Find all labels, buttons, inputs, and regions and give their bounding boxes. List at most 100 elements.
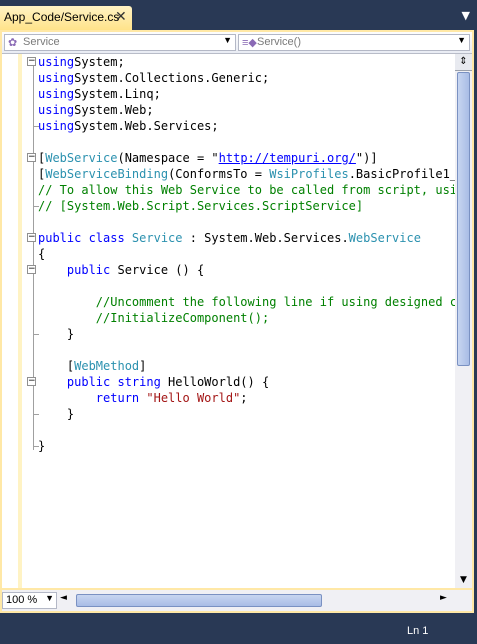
code-token: using [38, 119, 75, 133]
document-tab-service-cs[interactable]: App_Code/Service.cs ✕ [0, 6, 132, 30]
chevron-down-icon[interactable]: ▼ [45, 593, 54, 603]
code-line[interactable]: public Service () { [38, 262, 455, 278]
vertical-scrollbar[interactable]: ⇕ ▼ [455, 54, 472, 588]
code-line[interactable]: } [38, 438, 455, 454]
code-token: WebService [348, 231, 421, 245]
code-token: HelloWorld() { [160, 375, 270, 389]
scroll-right-icon[interactable]: ► [440, 593, 447, 603]
status-bar: Ln 1 [0, 613, 477, 644]
code-token: Service () { [110, 263, 205, 277]
code-line[interactable]: { [38, 246, 455, 262]
code-line[interactable]: usingSystem.Web.Services; [38, 118, 455, 134]
code-token: ] [139, 359, 147, 373]
code-token: WebService [45, 151, 118, 165]
split-window-icon[interactable]: ⇕ [455, 54, 472, 71]
code-token: Service [131, 231, 183, 245]
code-line[interactable] [38, 422, 455, 438]
code-token: System.Web.Services; [74, 119, 219, 133]
tab-title: App_Code/Service.cs [4, 10, 120, 24]
code-text[interactable]: usingSystem; usingSystem.Collections.Gene… [38, 54, 455, 454]
code-token: public class [38, 231, 132, 245]
code-token: System; [74, 55, 125, 69]
code-token: ; [240, 391, 248, 405]
method-icon: ≡◆ [242, 37, 257, 49]
collapse-icon[interactable]: − [27, 57, 36, 66]
scroll-down-icon[interactable]: ▼ [455, 572, 472, 588]
code-token: [ [38, 359, 75, 373]
code-line[interactable]: //InitializeComponent(); [38, 310, 455, 326]
code-token: public string [66, 375, 161, 389]
code-line[interactable] [38, 342, 455, 358]
code-line[interactable]: // To allow this Web Service to be calle… [38, 182, 455, 198]
code-token: } [38, 407, 75, 421]
code-line[interactable]: usingSystem; [38, 54, 455, 70]
code-token: "Hello World" [146, 391, 241, 405]
code-line[interactable] [38, 214, 455, 230]
code-line[interactable]: public string HelloWorld() { [38, 374, 455, 390]
code-line[interactable]: //Uncomment the following line if using … [38, 294, 455, 310]
collapse-icon[interactable]: − [27, 233, 36, 242]
line-number-indicator: Ln 1 [407, 625, 429, 637]
code-line[interactable]: usingSystem.Linq; [38, 86, 455, 102]
code-token: (Namespace = " [117, 151, 219, 165]
code-token: public [66, 263, 111, 277]
class-icon: ✿ [8, 37, 18, 49]
code-token: WebMethod [74, 359, 140, 373]
code-line[interactable]: [WebService(Namespace = "http://tempuri.… [38, 150, 455, 166]
code-token: System.Collections.Generic; [74, 71, 270, 85]
navigation-bar: ✿ Service ▼ ≡◆ Service() ▼ [2, 32, 472, 54]
code-line[interactable]: } [38, 326, 455, 342]
horizontal-scroll-thumb[interactable] [76, 594, 322, 607]
scroll-left-icon[interactable]: ◄ [60, 593, 67, 603]
class-dropdown[interactable]: ✿ Service ▼ [4, 34, 236, 51]
zoom-dropdown[interactable]: 100 % ▼ [2, 592, 57, 609]
code-editor[interactable]: − − − − − usingSystem; usingSystem.Collec… [2, 54, 455, 588]
chevron-down-icon[interactable]: ▼ [457, 35, 466, 45]
vertical-scroll-thumb[interactable] [457, 72, 470, 366]
code-token: } [38, 439, 46, 453]
code-token: } [38, 327, 75, 341]
code-line[interactable]: [WebMethod] [38, 358, 455, 374]
code-line[interactable]: return "Hello World"; [38, 390, 455, 406]
code-token: using [38, 103, 75, 117]
code-token: (ConformsTo = [168, 167, 270, 181]
close-icon[interactable]: ✕ [115, 8, 127, 25]
code-line[interactable] [38, 278, 455, 294]
code-line[interactable]: } [38, 406, 455, 422]
code-token: ")] [355, 151, 378, 165]
code-token: http://tempuri.org/ [218, 151, 356, 165]
code-token: .BasicProfile1_1)] [348, 167, 455, 181]
collapse-icon[interactable]: − [27, 153, 36, 162]
outline-guide [33, 62, 34, 450]
code-line[interactable]: public class Service : System.Web.Servic… [38, 230, 455, 246]
zoom-level: 100 % [6, 594, 38, 606]
document-tab-strip: App_Code/Service.cs ✕ ▼ [0, 0, 477, 30]
code-token: System.Linq; [74, 87, 161, 101]
collapse-icon[interactable]: − [27, 265, 36, 274]
code-token: // To allow this Web Service to be calle… [38, 183, 455, 197]
code-line[interactable]: usingSystem.Web; [38, 102, 455, 118]
editor-frame: ✿ Service ▼ ≡◆ Service() ▼ − − − − − usi… [0, 30, 474, 613]
chevron-down-icon[interactable]: ▼ [223, 35, 232, 45]
collapse-icon[interactable]: − [27, 377, 36, 386]
code-token: return [95, 391, 147, 405]
code-token: using [38, 55, 75, 69]
member-dropdown[interactable]: ≡◆ Service() ▼ [238, 34, 470, 51]
code-line[interactable]: usingSystem.Collections.Generic; [38, 70, 455, 86]
code-token: using [38, 71, 75, 85]
code-line[interactable]: // [System.Web.Script.Services.ScriptSer… [38, 198, 455, 214]
change-tracking-bar [18, 54, 22, 588]
code-line[interactable] [38, 134, 455, 150]
code-token: WsiProfiles [269, 167, 349, 181]
member-dropdown-value: Service() [257, 36, 302, 48]
tab-dropdown-icon[interactable]: ▼ [462, 9, 470, 22]
code-token: System.Web; [74, 103, 154, 117]
code-line[interactable]: [WebServiceBinding(ConformsTo = WsiProfi… [38, 166, 455, 182]
code-token: // [System.Web.Script.Services.ScriptSer… [38, 199, 364, 213]
code-token: //InitializeComponent(); [95, 311, 270, 325]
